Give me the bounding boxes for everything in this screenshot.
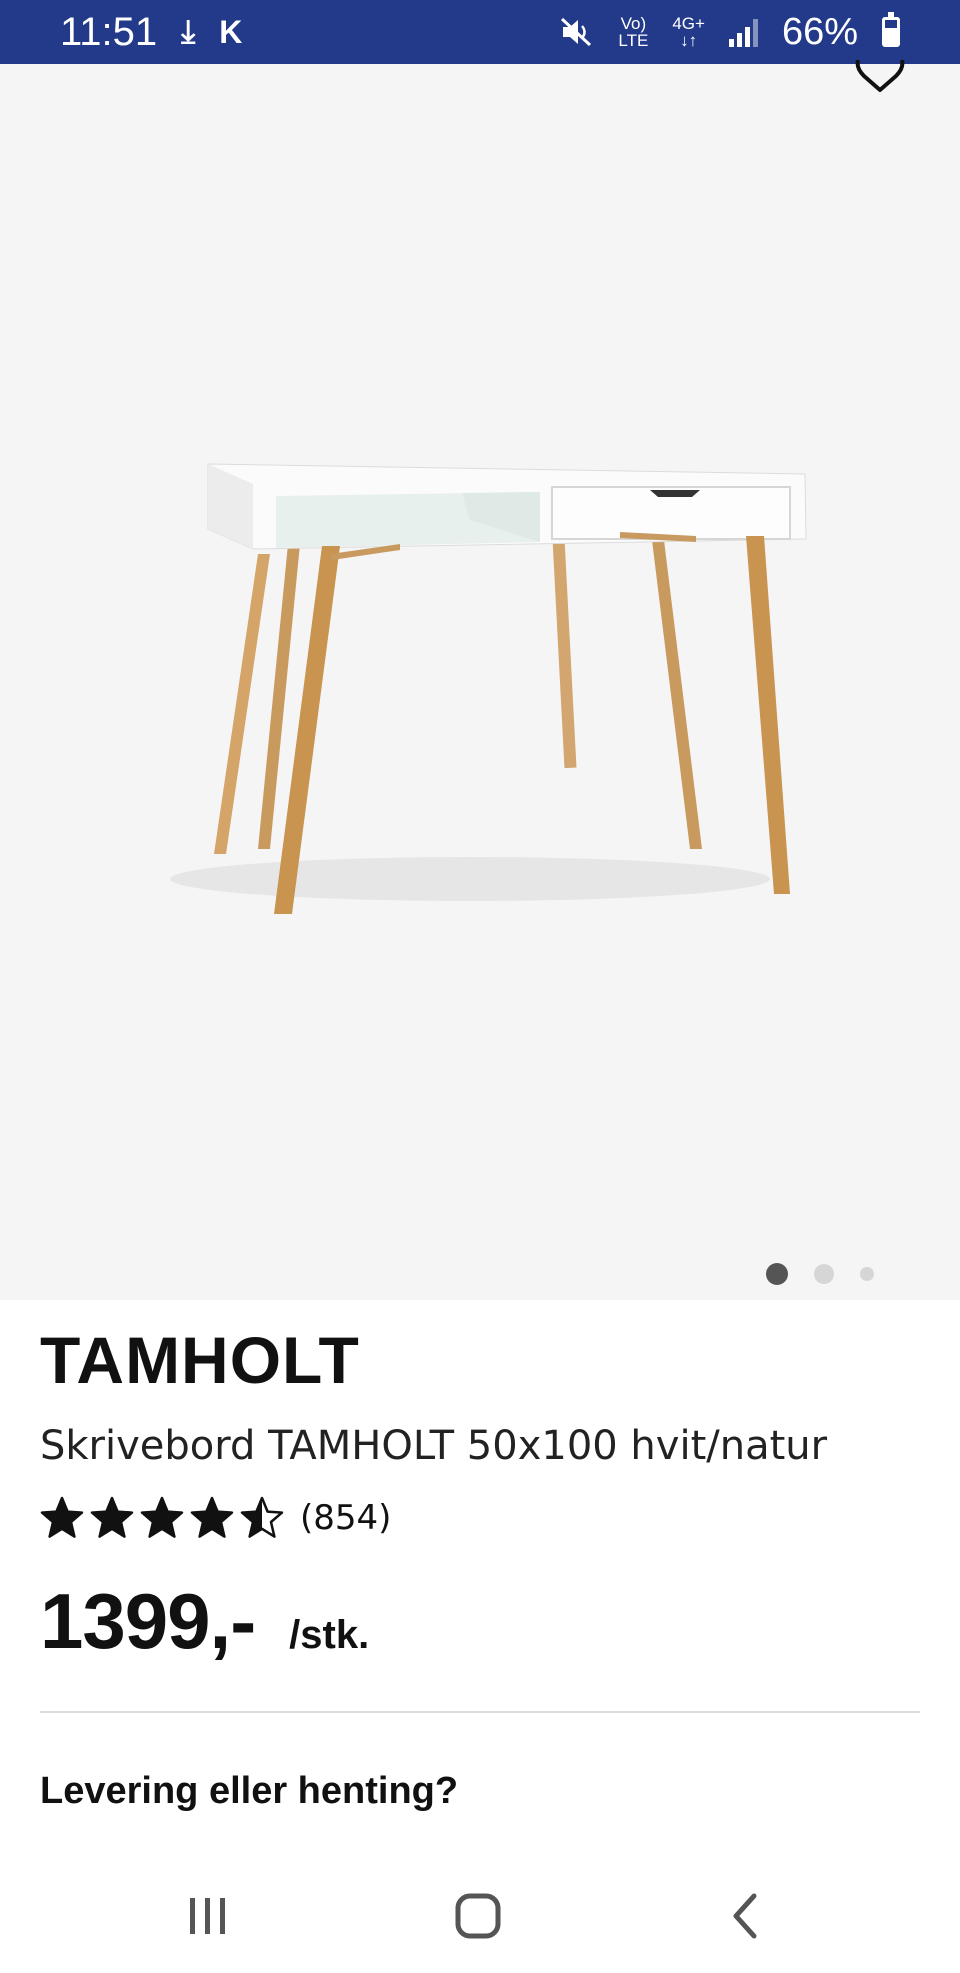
product-brand: TAMHOLT bbox=[40, 1323, 360, 1397]
delivery-heading[interactable]: Levering eller henting? bbox=[40, 1770, 458, 1813]
home-button[interactable] bbox=[438, 1884, 518, 1948]
star-full-icon bbox=[90, 1496, 134, 1538]
back-icon bbox=[733, 1893, 757, 1939]
product-info: TAMHOLT Skrivebord TAMHOLT 50x100 hvit/n… bbox=[40, 1320, 920, 1667]
carousel-dot[interactable] bbox=[860, 1267, 874, 1281]
carousel-dots bbox=[766, 1263, 900, 1285]
volte-indicator: Vo) LTE bbox=[618, 15, 648, 49]
product-description: Skrivebord TAMHOLT 50x100 hvit/natur bbox=[40, 1423, 828, 1469]
product-price: 1399,- bbox=[40, 1577, 256, 1665]
network-indicator: 4G+ ↓↑ bbox=[672, 15, 705, 49]
price-row: 1399,- /stk. bbox=[40, 1576, 920, 1667]
network-type-label: 4G+ bbox=[672, 14, 705, 33]
app-notification-icon: K bbox=[219, 13, 243, 50]
status-time: 11:51 bbox=[60, 9, 158, 54]
rating-stars bbox=[40, 1496, 284, 1540]
star-full-icon bbox=[140, 1496, 184, 1538]
heart-outline-icon[interactable] bbox=[852, 60, 908, 92]
star-half-icon bbox=[240, 1496, 284, 1538]
signal-icon bbox=[728, 17, 758, 47]
review-count[interactable]: (854) bbox=[300, 1498, 391, 1538]
star-full-icon bbox=[40, 1496, 84, 1538]
carousel-dot[interactable] bbox=[814, 1264, 834, 1284]
price-unit: /stk. bbox=[289, 1613, 370, 1657]
status-bar: 11:51 ⤓ K Vo) LTE 4G+ ↓↑ 66% bbox=[0, 0, 960, 64]
home-icon bbox=[455, 1893, 501, 1939]
product-photo-desk bbox=[170, 463, 807, 914]
back-button[interactable] bbox=[706, 1884, 786, 1948]
product-rating[interactable]: (854) bbox=[40, 1490, 920, 1546]
navigation-bar bbox=[0, 1862, 960, 1973]
divider bbox=[40, 1711, 920, 1713]
download-icon: ⤓ bbox=[181, 13, 196, 49]
battery-icon bbox=[882, 12, 900, 47]
recent-apps-button[interactable] bbox=[168, 1884, 248, 1948]
volte-top-label: Vo) bbox=[620, 14, 647, 33]
volte-bottom-label: LTE bbox=[618, 31, 649, 50]
mute-icon bbox=[561, 17, 592, 47]
recent-apps-icon bbox=[190, 1898, 225, 1934]
product-image-gallery[interactable] bbox=[0, 60, 960, 1300]
carousel-dot[interactable] bbox=[766, 1263, 788, 1285]
battery-level bbox=[885, 28, 897, 44]
battery-percent: 66% bbox=[781, 10, 858, 53]
network-activity-label: ↓↑ bbox=[680, 31, 698, 50]
star-full-icon bbox=[190, 1496, 234, 1538]
